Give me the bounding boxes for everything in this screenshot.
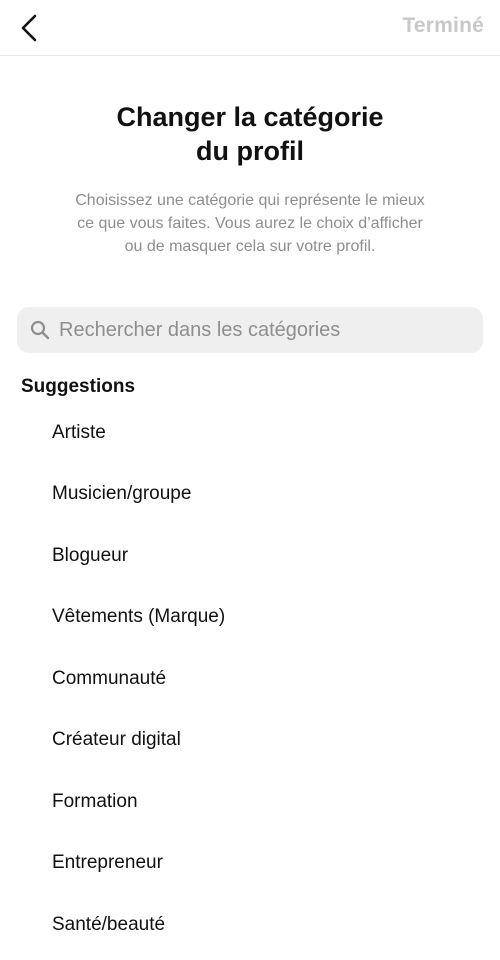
list-item[interactable]: Artiste — [0, 402, 500, 464]
page-title: Changer la catégorie du profil — [40, 100, 460, 168]
search-icon — [29, 319, 51, 341]
search-bar[interactable] — [17, 307, 483, 353]
navigation-bar: Terminé — [0, 0, 500, 56]
list-item[interactable]: Formation — [0, 771, 500, 833]
list-item[interactable]: Créateur digital — [0, 710, 500, 772]
suggestions-heading: Suggestions — [21, 376, 136, 397]
list-item[interactable]: Communauté — [0, 648, 500, 710]
chevron-left-icon — [19, 13, 41, 43]
list-item[interactable]: Vêtements (Marque) — [0, 587, 500, 649]
page-title-line-2: du profil — [196, 136, 304, 166]
list-item[interactable]: Musicien/groupe — [0, 464, 500, 526]
description-line-1: Choisissez une catégorie qui représente … — [75, 192, 425, 209]
back-button[interactable] — [10, 8, 50, 48]
list-item[interactable]: Blogueur — [0, 525, 500, 587]
search-input[interactable] — [59, 310, 459, 350]
page-title-line-1: Changer la catégorie — [116, 102, 384, 132]
list-item[interactable]: Entrepreneur — [0, 833, 500, 895]
list-item[interactable]: Santé/beauté — [0, 894, 500, 956]
description-line-3: ou de masquer cela sur votre profil. — [124, 238, 376, 255]
change-category-screen: Terminé Changer la catégorie du profil C… — [0, 0, 500, 960]
done-button[interactable]: Terminé — [402, 14, 484, 38]
description-line-2: ce que vous faites. Vous aurez le choix … — [77, 215, 423, 232]
page-description: Choisissez une catégorie qui représente … — [30, 189, 470, 258]
category-suggestions-list: Artiste Musicien/groupe Blogueur Vêtemen… — [0, 402, 500, 956]
